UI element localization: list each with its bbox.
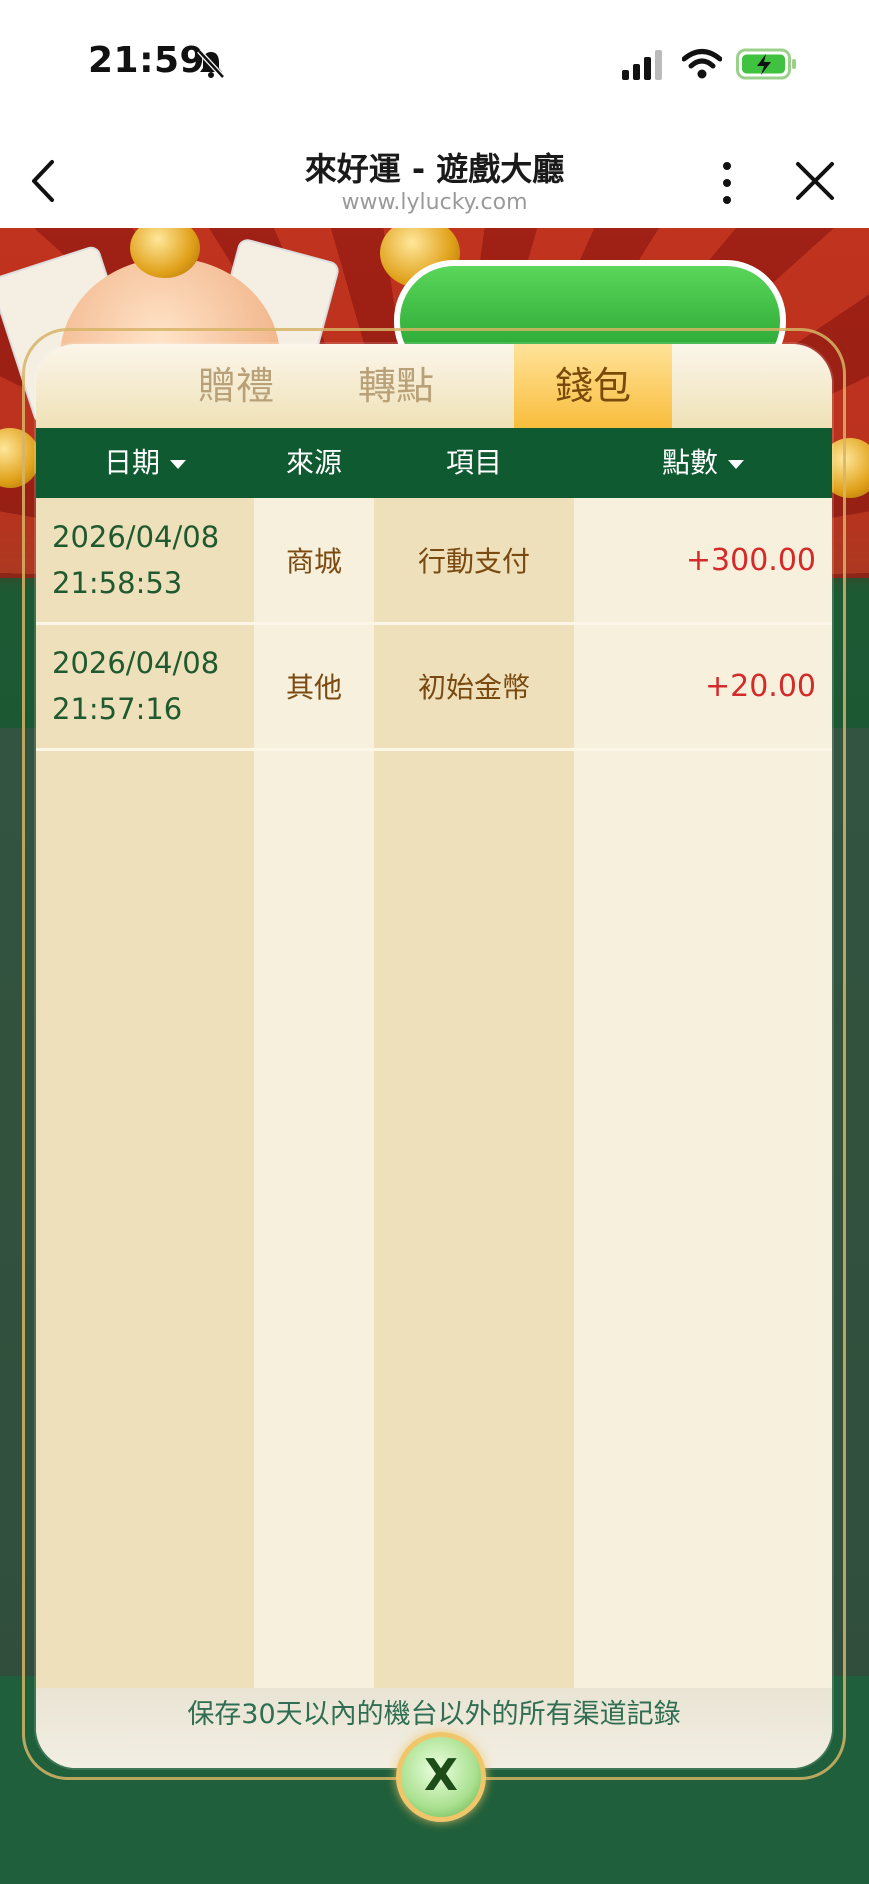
row-item: 行動支付 — [417, 545, 530, 578]
status-bar: 21:59 — [0, 0, 869, 120]
table-header: 日期 來源 項目 點數 — [36, 428, 832, 498]
column-header-source: 來源 — [285, 446, 342, 479]
row-date: 2026/04/08 21:58:53 — [52, 498, 252, 622]
row-item: 初始金幣 — [417, 671, 530, 704]
table-row: 2026/04/08 21:57:16 其他 初始金幣 +20.00 — [36, 624, 832, 751]
row-source: 商城 — [285, 545, 342, 578]
row-date-time: 21:57:16 — [52, 692, 183, 726]
modal-close-button[interactable]: X — [396, 1732, 486, 1822]
row-date-time: 21:58:53 — [52, 566, 183, 600]
row-date-day: 2026/04/08 — [52, 646, 220, 680]
browser-header: 來好運 - 遊戲大廳 www.lylucky.com — [0, 120, 869, 228]
row-points: +300.00 — [685, 542, 816, 578]
row-date: 2026/04/08 21:57:16 — [52, 624, 252, 748]
more-options-icon[interactable] — [712, 158, 742, 208]
column-header-date[interactable]: 日期 — [36, 428, 254, 498]
battery-charging-icon — [736, 48, 796, 80]
tab-gift[interactable]: 贈禮 — [156, 344, 316, 428]
status-time: 21:59 — [88, 40, 206, 81]
row-points: +20.00 — [704, 668, 816, 704]
wallet-modal: 贈禮 轉點 錢包 日期 來源 項目 點數 2026/04/08 21:58:53… — [36, 344, 832, 1768]
tab-transfer[interactable]: 轉點 — [316, 344, 476, 428]
column-header-points-label: 點數 — [661, 446, 718, 479]
wifi-icon — [682, 49, 722, 79]
row-source: 其他 — [285, 671, 342, 704]
table-row: 2026/04/08 21:58:53 商城 行動支付 +300.00 — [36, 498, 832, 625]
sort-caret-icon — [170, 459, 186, 469]
row-date-day: 2026/04/08 — [52, 520, 220, 554]
column-header-item: 項目 — [445, 446, 502, 479]
sort-caret-icon — [728, 459, 744, 469]
column-header-points[interactable]: 點數 — [574, 428, 832, 498]
close-x-icon: X — [424, 1750, 458, 1801]
bell-muted-icon — [197, 49, 225, 79]
close-icon[interactable] — [794, 160, 836, 202]
modal-tab-bar: 贈禮 轉點 錢包 — [36, 344, 832, 428]
tab-wallet[interactable]: 錢包 — [514, 344, 672, 428]
column-header-date-label: 日期 — [103, 446, 160, 479]
cellular-signal-icon — [622, 50, 662, 80]
